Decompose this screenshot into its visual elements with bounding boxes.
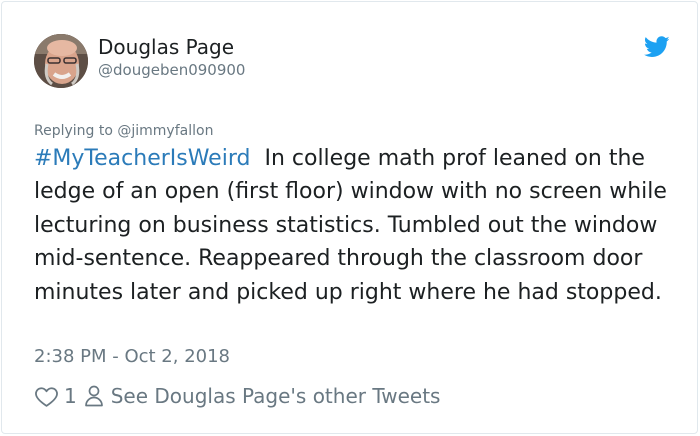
- heart-icon[interactable]: [34, 384, 59, 409]
- author-handle[interactable]: @dougeben090900: [98, 60, 245, 80]
- avatar[interactable]: [34, 34, 88, 88]
- avatar-photo: [34, 34, 88, 88]
- twitter-bird-icon[interactable]: [643, 36, 670, 58]
- person-icon: [84, 385, 103, 407]
- replying-to[interactable]: Replying to @jimmyfallon: [34, 121, 213, 141]
- tweet-actions: 1 See Douglas Page's other Tweets: [34, 381, 440, 411]
- tweet-text: #MyTeacherIsWeird In college math prof le…: [34, 142, 674, 309]
- timestamp[interactable]: 2:38 PM - Oct 2, 2018: [34, 345, 230, 369]
- like-count[interactable]: 1: [64, 381, 77, 411]
- see-other-tweets-link[interactable]: See Douglas Page's other Tweets: [111, 381, 441, 411]
- tweet-card: Douglas Page @dougeben090900 Replying to…: [1, 1, 698, 434]
- hashtag-link[interactable]: #MyTeacherIsWeird: [34, 146, 250, 171]
- author-name[interactable]: Douglas Page: [98, 35, 234, 59]
